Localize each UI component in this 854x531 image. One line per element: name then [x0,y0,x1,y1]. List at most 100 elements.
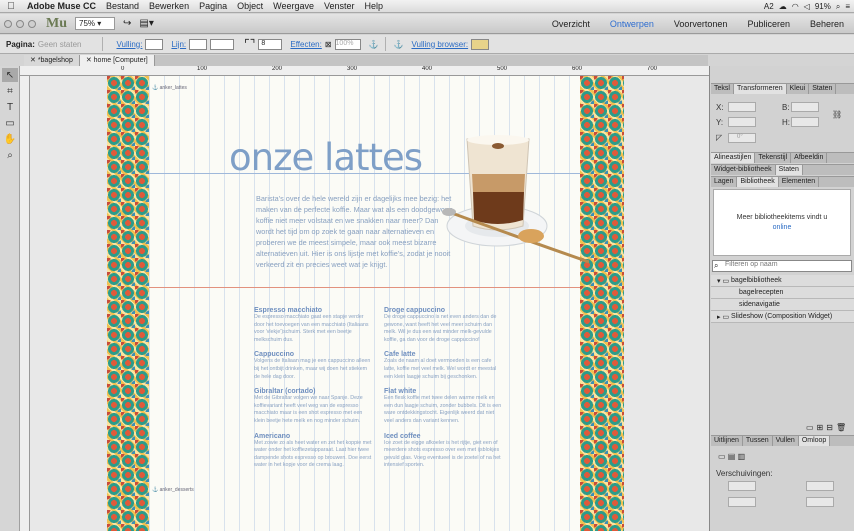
intro-text[interactable]: Barista's over de hele wereld zijn er da… [256,193,456,270]
selection-tool-icon[interactable]: ↖ [2,68,18,82]
browser-fill-swatch[interactable] [471,38,490,50]
browser-fill-link[interactable]: Vulling browser: [411,40,468,49]
zoom-tool-icon[interactable]: ⌕ [2,148,18,162]
coffee-title[interactable]: Americano [254,433,372,440]
offset-bottom-field[interactable] [806,497,834,507]
tab-overzicht[interactable]: Overzicht [542,19,600,29]
tab-states[interactable]: Staten [809,84,837,94]
apple-icon[interactable]:  [0,1,22,12]
coffee-title[interactable]: Espresso macchiato [254,307,372,314]
page-artboard[interactable]: ⚓ anker_lattes ⚓ anker_desserts onze lat… [107,76,624,531]
tab-fill[interactable]: Vullen [773,436,799,446]
crop-tool-icon[interactable]: ⌗ [2,84,18,98]
library-search-input[interactable]: Filteren op naam [712,260,852,272]
width-field[interactable] [791,102,819,112]
tab-library[interactable]: Bibliotheek [737,177,779,187]
tab-voorvertonen[interactable]: Voorvertonen [664,19,738,29]
opacity-field[interactable]: 100% [334,38,361,50]
menu-help[interactable]: Help [360,1,389,11]
coffee-description[interactable]: Een flesk koffie met twee delen warme me… [384,395,502,425]
tab-align[interactable]: Uitlijnen [711,436,743,446]
coffee-description[interactable]: Ice zoet de eigge afkoeler is het rijtje… [384,440,502,470]
minimize-window-button[interactable] [16,19,24,28]
view-options-icon[interactable]: ▤▾ [139,18,153,29]
coffee-title[interactable]: Iced coffee [384,433,502,440]
coffee-description[interactable]: Volgens de Italiaan mag je een cappuccin… [254,358,372,381]
effects-icon[interactable]: ⊠ [325,40,332,49]
coffee-title[interactable]: Flat white [384,388,502,395]
stroke-link[interactable]: Lijn: [171,40,186,49]
hand-tool-icon[interactable]: ✋ [2,132,18,146]
menu-object[interactable]: Object [232,1,268,11]
menu-venster[interactable]: Venster [319,1,360,11]
notification-icon[interactable]: ≡ [845,2,850,11]
coffee-description[interactable]: Zoals de naam al doet vermoeden is een c… [384,358,502,381]
height-field[interactable] [791,117,819,127]
coffee-description[interactable]: Met de Gibraltar volgen we naar Spanje. … [254,395,372,425]
tab-color[interactable]: Kleui [787,84,810,94]
tab-paragraph-styles[interactable]: Alineastijlen [711,153,756,163]
coffee-description[interactable]: De droge cappuccino is net even anders d… [384,314,502,344]
offset-left-field[interactable] [728,481,756,491]
tab-spacing[interactable]: Tussen [743,436,773,446]
anchor-top-label[interactable]: ⚓ anker_lattes [152,85,187,91]
tree-item-folder[interactable]: ▾ ▭ bagelbibliotheek [711,275,854,287]
tab-widget-library[interactable]: Widget-bibliotheek [711,165,776,175]
tab-ontwerpen[interactable]: Ontwerpen [600,19,664,29]
tab-layers[interactable]: Lagen [711,177,738,187]
tab-image[interactable]: Afbeeldin [791,153,828,163]
rotation-field[interactable]: 0° [728,133,756,143]
cloud-icon[interactable]: ☁ [779,2,787,11]
zoom-dropdown[interactable]: 75% ▾ [75,17,115,30]
fill-link[interactable]: Vulling: [117,40,143,49]
zoom-window-button[interactable] [28,19,36,28]
tab-home[interactable]: ✕ home [Computer] [79,55,155,66]
menu-weergave[interactable]: Weergave [268,1,319,11]
tab-publiceren[interactable]: Publiceren [737,19,800,29]
text-tool-icon[interactable]: T [2,100,18,114]
menu-app[interactable]: Adobe Muse CC [22,1,101,11]
tree-item[interactable]: bagelrecepten [711,287,854,299]
spotlight-icon[interactable]: ⌕ [836,2,840,12]
design-canvas[interactable]: ⚓ anker_lattes ⚓ anker_desserts onze lat… [30,76,709,531]
tab-assets[interactable]: Elementen [779,177,820,187]
coffee-title[interactable]: Cafe latte [384,351,502,358]
page-title[interactable]: onze lattes [229,136,423,179]
coffee-description[interactable]: De espresso macchiato gaat een stapje ve… [254,314,372,344]
tab-beheren[interactable]: Beheren [800,19,854,29]
battery-text[interactable]: 91% [815,2,831,11]
anchor-icon[interactable]: ⚓ [394,40,404,49]
stroke-width-field[interactable] [210,38,235,50]
tab-text[interactable]: Teksl [711,84,734,94]
tab-bagelshop[interactable]: ✕ *bagelshop [24,55,80,66]
fill-swatch[interactable] [145,38,164,50]
coffee-title[interactable]: Droge cappuccino [384,307,502,314]
tab-transform[interactable]: Transformeren [733,84,787,94]
link-proportions-icon[interactable]: ⛓ [832,110,842,119]
coffee-description[interactable]: Met zowie zo als heet water en zet het k… [254,440,372,470]
tab-character-styles[interactable]: Tekenstijl [755,153,792,163]
tree-item[interactable]: sidenavigatie [711,299,854,311]
close-window-button[interactable] [4,19,12,28]
volume-icon[interactable]: ◁ [804,2,810,11]
wrap-icons[interactable]: ▭ ▤ ▥ [718,452,745,461]
preview-page-icon[interactable]: ↪ [123,18,131,29]
offset-top-field[interactable] [806,481,834,491]
latte-image[interactable] [439,134,589,274]
adobe-badge[interactable]: A2 [764,2,774,11]
tree-item-folder[interactable]: ▸ ▭ Slideshow (Composition Widget) [711,311,854,323]
menu-bestand[interactable]: Bestand [101,1,144,11]
stroke-swatch[interactable] [189,38,208,50]
rectangle-tool-icon[interactable]: ▭ [2,116,18,130]
wifi-icon[interactable]: ◠ [792,2,799,11]
x-field[interactable] [728,102,756,112]
panel-footer-icons[interactable]: ▭⊞⊟🗑 [806,423,849,432]
anchor-bottom-label[interactable]: ⚓ anker_desserts [152,487,194,493]
corner-radius-field[interactable]: 8 [258,38,283,50]
library-online-link[interactable]: online [714,223,850,233]
y-field[interactable] [728,117,756,127]
coffee-title[interactable]: Cappuccino [254,351,372,358]
effects-link[interactable]: Effecten: [290,40,321,49]
menu-bewerken[interactable]: Bewerken [144,1,194,11]
tab-states-2[interactable]: Staten [775,165,803,175]
